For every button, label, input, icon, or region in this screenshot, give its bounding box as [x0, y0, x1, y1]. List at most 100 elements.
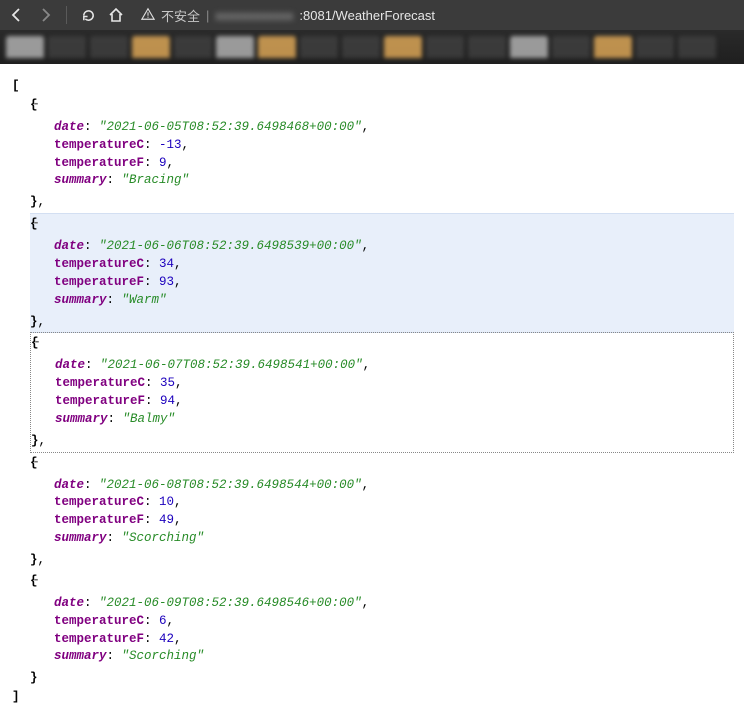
json-viewer: [ - { date: "2021-06-05T08:52:39.6498468…	[0, 64, 744, 716]
collapse-toggle[interactable]: -	[30, 572, 42, 589]
json-value: "Balmy"	[123, 412, 176, 426]
json-key: summary	[54, 531, 107, 545]
collapse-toggle[interactable]: -	[30, 215, 42, 232]
json-property: temperatureC: 35,	[55, 375, 729, 392]
url-host-blurred: xxxxxxxxxxxx	[215, 8, 293, 23]
json-property: temperatureC: -13,	[54, 137, 730, 154]
object-close-brace: }	[30, 315, 38, 329]
json-value: "2021-06-09T08:52:39.6498546+00:00"	[99, 596, 362, 610]
json-key: temperatureF	[54, 275, 144, 289]
json-value: "2021-06-07T08:52:39.6498541+00:00"	[100, 358, 363, 372]
json-property: summary: "Balmy"	[55, 411, 729, 428]
array-item: - { date: "2021-06-05T08:52:39.6498468+0…	[30, 95, 734, 213]
json-property: date: "2021-06-05T08:52:39.6498468+00:00…	[54, 119, 730, 136]
json-value: 6	[159, 614, 167, 628]
json-property: temperatureC: 34,	[54, 256, 730, 273]
security-label: 不安全	[161, 6, 200, 25]
json-key: temperatureF	[54, 156, 144, 170]
toolbar-separator	[66, 6, 67, 24]
json-value: "Scorching"	[122, 531, 205, 545]
json-key: date	[55, 358, 85, 372]
json-property: temperatureC: 10,	[54, 494, 730, 511]
json-property: date: "2021-06-07T08:52:39.6498541+00:00…	[55, 357, 729, 374]
forward-button[interactable]	[36, 6, 54, 24]
browser-tab[interactable]	[552, 36, 590, 58]
json-value: 42	[159, 632, 174, 646]
browser-tab[interactable]	[636, 36, 674, 58]
json-value: "Bracing"	[122, 173, 190, 187]
browser-tab[interactable]	[48, 36, 86, 58]
json-value: "Scorching"	[122, 649, 205, 663]
json-key: temperatureC	[54, 138, 144, 152]
json-property: temperatureF: 42,	[54, 631, 730, 648]
browser-tab[interactable]	[384, 36, 422, 58]
json-key: temperatureC	[54, 614, 144, 628]
json-value: 93	[159, 275, 174, 289]
browser-toolbar: 不安全 | xxxxxxxxxxxx :8081/WeatherForecast	[0, 0, 744, 30]
address-bar[interactable]: 不安全 | xxxxxxxxxxxx :8081/WeatherForecast	[135, 6, 736, 25]
tab-strip	[0, 30, 744, 64]
array-item: - { date: "2021-06-07T08:52:39.6498541+0…	[30, 332, 734, 452]
json-key: temperatureF	[55, 394, 145, 408]
json-value: "Warm"	[122, 293, 167, 307]
array-item: - { date: "2021-06-09T08:52:39.6498546+0…	[30, 571, 734, 689]
json-value: 34	[159, 257, 174, 271]
back-button[interactable]	[8, 6, 26, 24]
array-item: - { date: "2021-06-08T08:52:39.6498544+0…	[30, 453, 734, 571]
json-property: date: "2021-06-09T08:52:39.6498546+00:00…	[54, 595, 730, 612]
json-value: 35	[160, 376, 175, 390]
json-key: summary	[54, 293, 107, 307]
json-key: date	[54, 120, 84, 134]
browser-tab[interactable]	[258, 36, 296, 58]
collapse-toggle[interactable]: -	[30, 454, 42, 471]
browser-tab[interactable]	[216, 36, 254, 58]
json-property: date: "2021-06-06T08:52:39.6498539+00:00…	[54, 238, 730, 255]
url-path: :8081/WeatherForecast	[299, 8, 435, 23]
json-value: 94	[160, 394, 175, 408]
json-property: summary: "Warm"	[54, 292, 730, 309]
json-key: temperatureF	[54, 632, 144, 646]
json-property: temperatureF: 9,	[54, 155, 730, 172]
json-property: summary: "Bracing"	[54, 172, 730, 189]
json-property: temperatureF: 93,	[54, 274, 730, 291]
json-property: summary: "Scorching"	[54, 530, 730, 547]
json-key: date	[54, 596, 84, 610]
browser-tab[interactable]	[132, 36, 170, 58]
addr-sep: |	[206, 8, 209, 23]
object-close-brace: }	[30, 671, 38, 685]
json-value: 49	[159, 513, 174, 527]
json-property: date: "2021-06-08T08:52:39.6498544+00:00…	[54, 477, 730, 494]
json-key: date	[54, 239, 84, 253]
browser-tab[interactable]	[510, 36, 548, 58]
browser-tab[interactable]	[174, 36, 212, 58]
browser-tab[interactable]	[90, 36, 128, 58]
array-close-bracket: ]	[12, 690, 20, 704]
browser-tab[interactable]	[6, 36, 44, 58]
json-property: temperatureF: 49,	[54, 512, 730, 529]
json-key: summary	[54, 649, 107, 663]
object-close-brace: }	[30, 553, 38, 567]
json-property: summary: "Scorching"	[54, 648, 730, 665]
json-value: 10	[159, 495, 174, 509]
browser-tab[interactable]	[342, 36, 380, 58]
json-property: temperatureF: 94,	[55, 393, 729, 410]
reload-button[interactable]	[79, 6, 97, 24]
collapse-toggle[interactable]: -	[30, 96, 42, 113]
browser-tab[interactable]	[300, 36, 338, 58]
browser-tab[interactable]	[678, 36, 716, 58]
json-property: temperatureC: 6,	[54, 613, 730, 630]
json-key: date	[54, 478, 84, 492]
json-key: summary	[54, 173, 107, 187]
json-value: 9	[159, 156, 167, 170]
home-button[interactable]	[107, 6, 125, 24]
browser-tab[interactable]	[426, 36, 464, 58]
collapse-toggle[interactable]: -	[31, 334, 43, 351]
json-key: temperatureC	[54, 257, 144, 271]
json-key: summary	[55, 412, 108, 426]
browser-tab[interactable]	[594, 36, 632, 58]
json-key: temperatureF	[54, 513, 144, 527]
browser-tab[interactable]	[468, 36, 506, 58]
json-key: temperatureC	[55, 376, 145, 390]
array-open-bracket: [	[12, 79, 20, 93]
json-value: "2021-06-06T08:52:39.6498539+00:00"	[99, 239, 362, 253]
